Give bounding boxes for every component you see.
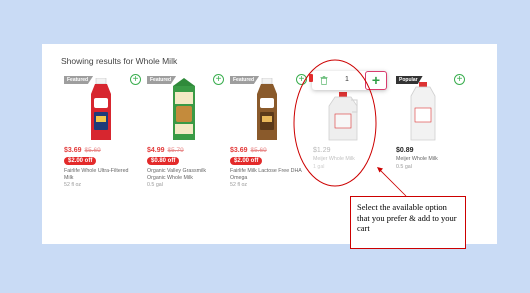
callout-arrow-line — [379, 169, 407, 197]
instruction-callout: Select the available option that you pre… — [350, 196, 466, 249]
annotation-overlay — [293, 59, 407, 197]
highlight-ellipse — [293, 59, 377, 187]
